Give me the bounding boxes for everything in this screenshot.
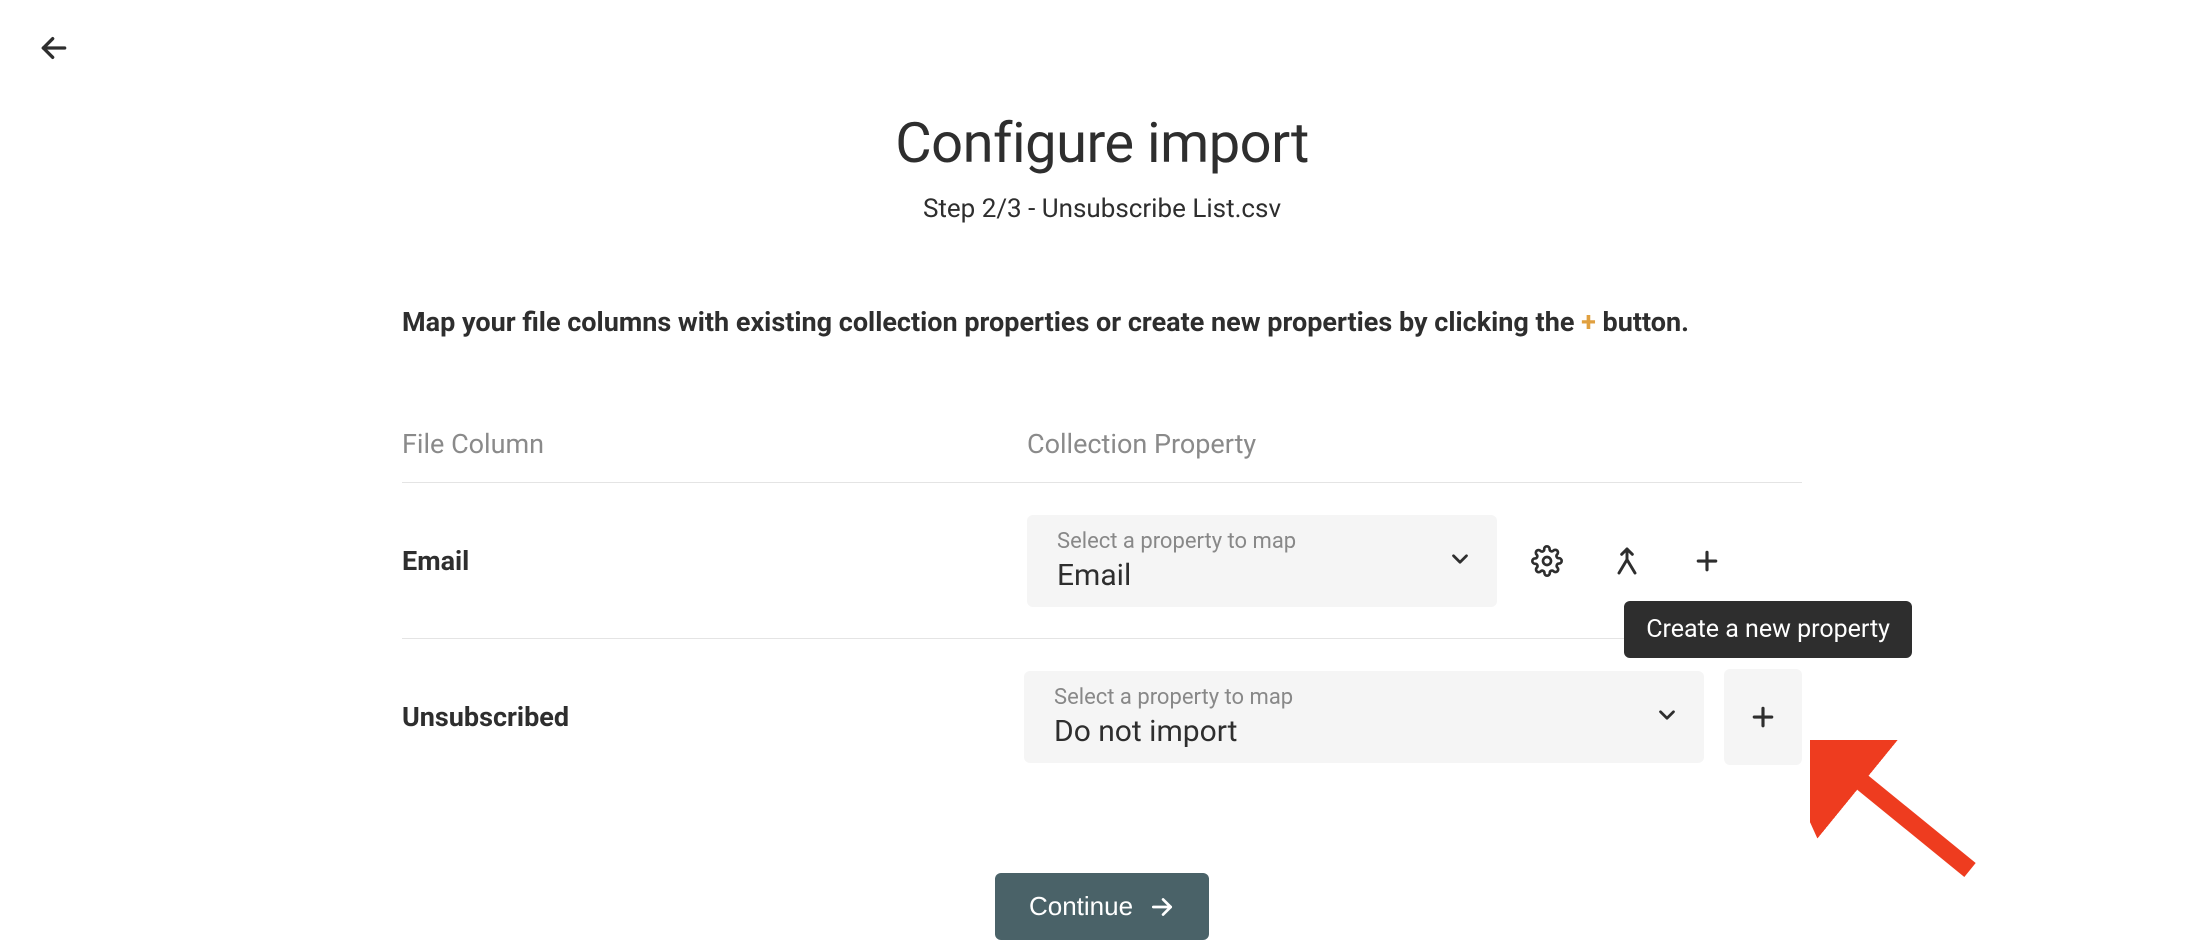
back-button[interactable] (30, 24, 78, 76)
gear-icon (1531, 545, 1563, 577)
chevron-down-icon (1654, 702, 1680, 732)
property-select[interactable]: Select a property to map Do not import (1024, 671, 1704, 763)
plus-inline-icon: + (1581, 306, 1596, 338)
page-title: Configure import (895, 110, 1309, 176)
chevron-down-icon (1447, 546, 1473, 576)
step-indicator: Step 2/3 - Unsubscribe List.csv (923, 194, 1281, 224)
merge-icon (1611, 545, 1643, 577)
select-placeholder: Select a property to map (1054, 685, 1680, 710)
instructions-text: Map your file columns with existing coll… (402, 306, 1802, 338)
settings-button[interactable] (1517, 531, 1577, 591)
continue-label: Continue (1029, 891, 1133, 922)
file-column-value: Email (402, 545, 1027, 577)
table-header: File Column Collection Property (402, 428, 1802, 483)
continue-button[interactable]: Continue (995, 873, 1209, 940)
table-row: Email Select a property to map Email (402, 483, 1802, 639)
add-property-button[interactable] (1724, 669, 1802, 765)
select-placeholder: Select a property to map (1057, 529, 1473, 554)
arrow-left-icon (38, 32, 70, 64)
header-collection-property: Collection Property (1027, 428, 1802, 460)
arrow-right-icon (1149, 894, 1175, 920)
merge-button[interactable] (1597, 531, 1657, 591)
mapping-table: File Column Collection Property Email Se… (402, 428, 1802, 795)
table-row: Unsubscribed Select a property to map Do… (402, 639, 1802, 795)
instructions-suffix: button. (1596, 306, 1689, 338)
instructions-prefix: Map your file columns with existing coll… (402, 306, 1581, 338)
tooltip-create-property: Create a new property (1624, 601, 1912, 658)
property-select[interactable]: Select a property to map Email (1027, 515, 1497, 607)
select-value: Email (1057, 558, 1473, 593)
select-value: Do not import (1054, 714, 1680, 749)
file-column-value: Unsubscribed (402, 701, 1024, 733)
add-property-button[interactable] (1677, 531, 1737, 591)
plus-icon (1748, 702, 1778, 732)
header-file-column: File Column (402, 428, 1027, 460)
plus-icon (1692, 546, 1722, 576)
